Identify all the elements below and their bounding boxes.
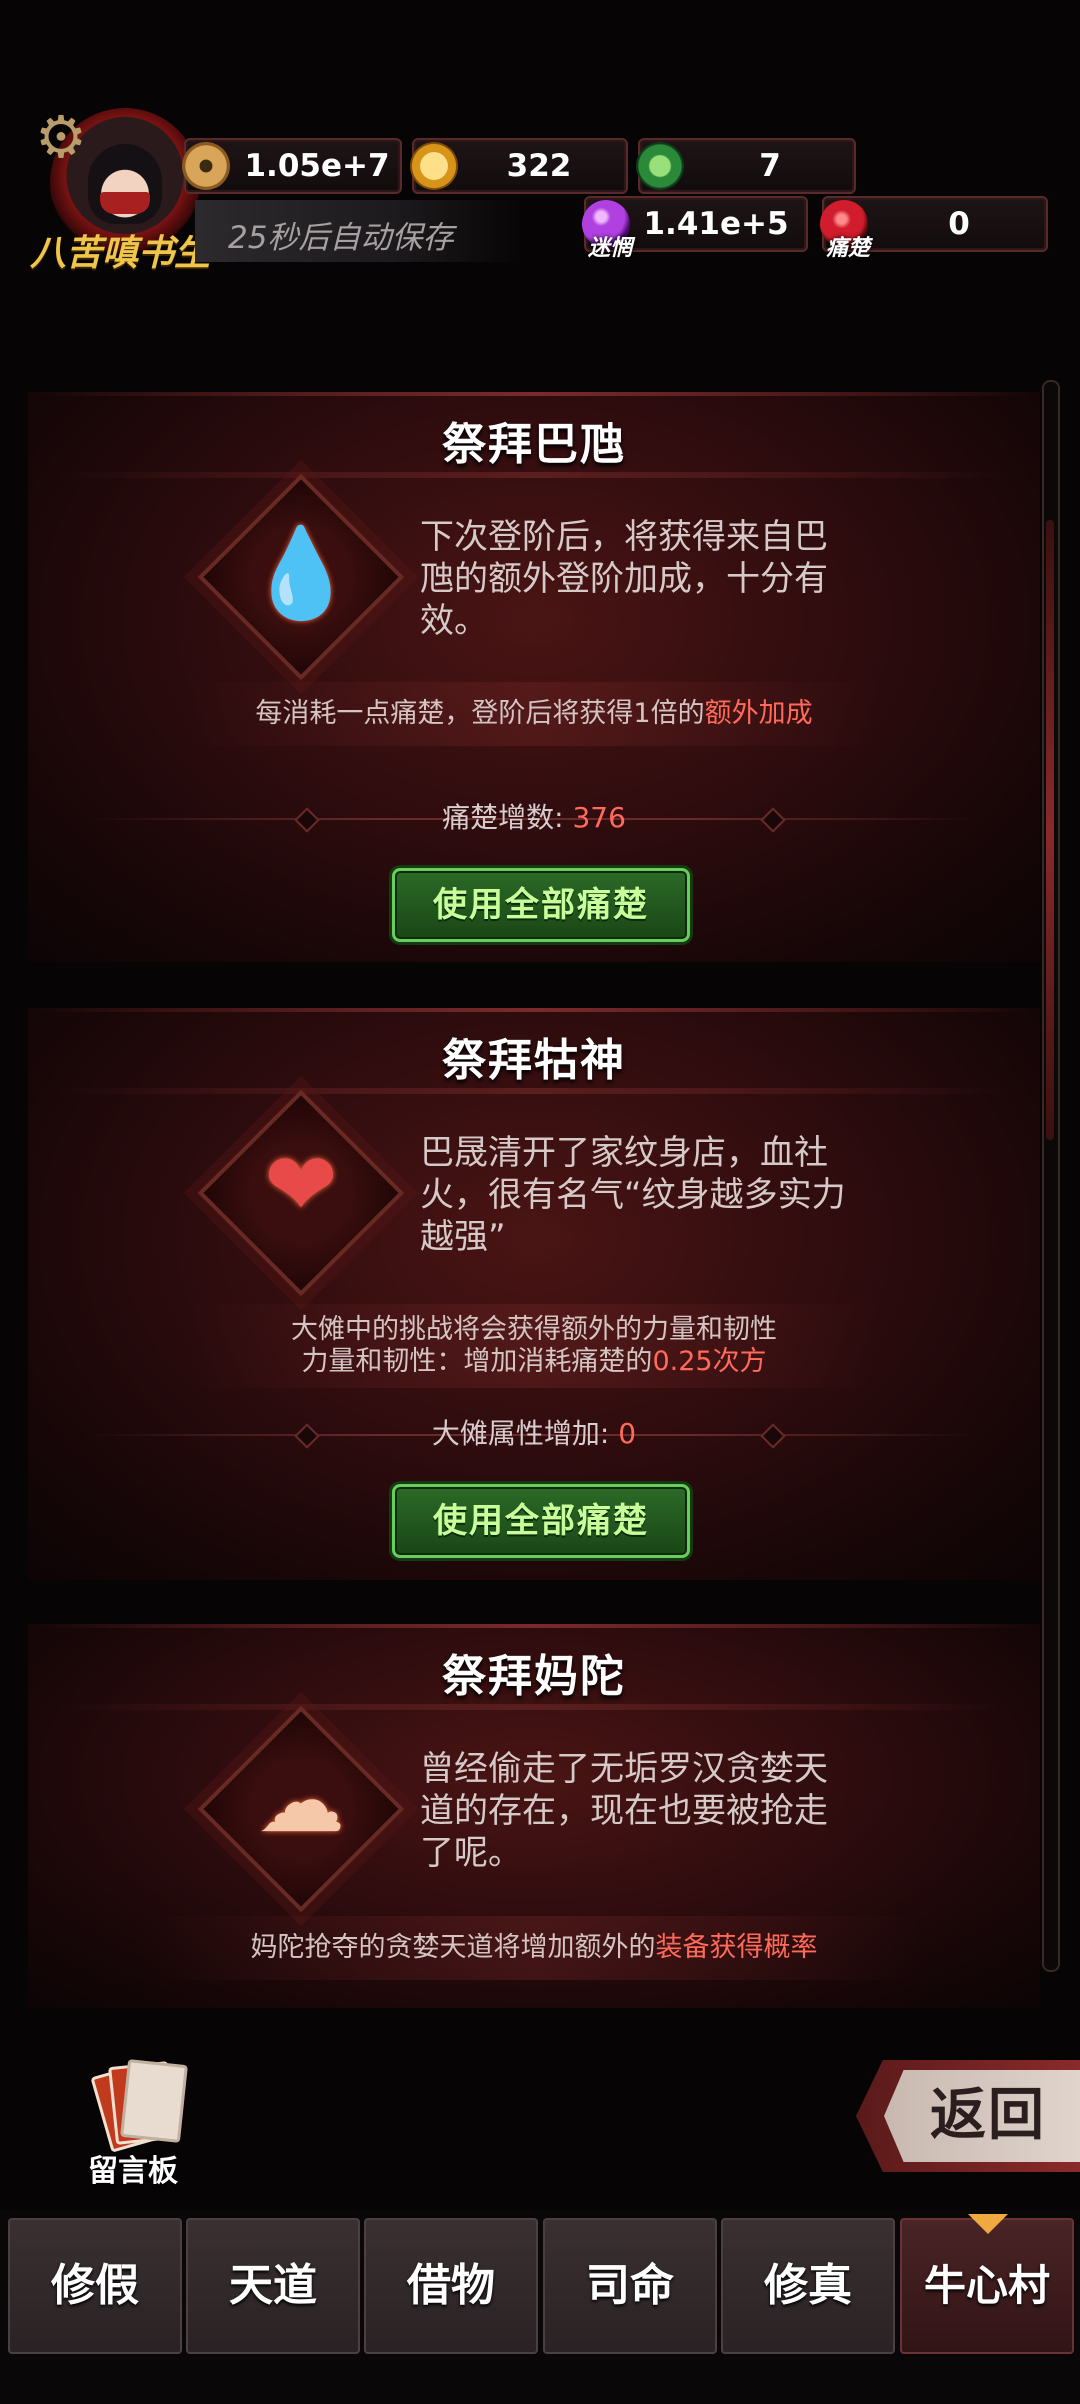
effect-info: 大傩中的挑战将会获得额外的力量和韧性 力量和韧性：增加消耗痛楚的0.25次方 bbox=[188, 1304, 880, 1388]
worship-card-bahui: 祭拜巴虺 💧 下次登阶后，将获得来自巴虺的额外登阶加成，十分有效。 每消耗一点痛… bbox=[28, 392, 1040, 962]
use-all-pain-button[interactable]: 使用全部痛楚 bbox=[392, 1484, 690, 1558]
card-title: 祭拜巴虺 bbox=[442, 419, 626, 470]
pain-increase-stat: 痛楚增数: 376 bbox=[442, 801, 626, 834]
blood-drop-icon: 💧 bbox=[246, 521, 356, 624]
confusion-counter: 迷惘 1.41e+5 bbox=[582, 196, 808, 261]
tab-xiujia[interactable]: 修假 bbox=[8, 2218, 182, 2354]
gold-medal-icon bbox=[410, 142, 458, 190]
heart-icon: ❤ bbox=[264, 1133, 338, 1236]
title-ornament bbox=[58, 1704, 1010, 1710]
scrollbar-thumb[interactable] bbox=[1046, 520, 1054, 1140]
coins-value: 1.05e+7 bbox=[244, 148, 390, 184]
gold-counter: 322 bbox=[410, 138, 628, 194]
confusion-label: 迷惘 bbox=[588, 236, 633, 261]
nuo-attribute-stat: 大傩属性增加: 0 bbox=[431, 1417, 637, 1450]
autosave-status: 25秒后自动保存 bbox=[228, 220, 454, 256]
avatar-mask bbox=[100, 192, 150, 214]
tab-jiewu[interactable]: 借物 bbox=[364, 2218, 538, 2354]
pain-counter: 痛楚 0 bbox=[820, 196, 1048, 261]
tab-xiuzhen[interactable]: 修真 bbox=[721, 2218, 895, 2354]
use-all-pain-button[interactable]: 使用全部痛楚 bbox=[392, 868, 690, 942]
back-button-label[interactable]: 返回 bbox=[930, 2072, 1046, 2160]
tab-siming[interactable]: 司命 bbox=[543, 2218, 717, 2354]
card-title: 祭拜牯神 bbox=[442, 1035, 626, 1086]
card-description: 下次登阶后，将获得来自巴虺的额外登阶加成，十分有效。 bbox=[420, 517, 828, 641]
effect-highlight: 额外加成 bbox=[704, 698, 813, 729]
message-board-icon bbox=[90, 2059, 188, 2153]
top-status-header: ⚙ 八苦嗔书生 25秒后自动保存 1.05e+7 322 7 迷惘 1.41e+… bbox=[0, 0, 1080, 300]
stat-value: 376 bbox=[572, 801, 626, 834]
active-tab-indicator bbox=[968, 2214, 1008, 2234]
jade-counter: 7 bbox=[636, 138, 856, 194]
worship-card-gushen: 祭拜牯神 ❤ 巴晟清开了家纹身店，血社火，很有名气“纹身越多实力越强” 大傩中的… bbox=[28, 1008, 1040, 1580]
tab-niuxincun[interactable]: 牛心村 bbox=[900, 2218, 1074, 2354]
confusion-value: 1.41e+5 bbox=[643, 206, 789, 242]
jade-value: 7 bbox=[759, 148, 781, 184]
effect-highlight: 0.25次方 bbox=[652, 1346, 767, 1377]
gold-value: 322 bbox=[506, 148, 572, 184]
stat-value: 0 bbox=[618, 1417, 637, 1450]
copper-coin-icon bbox=[182, 142, 230, 190]
gold-ingot-icon: ☁ bbox=[257, 1749, 345, 1852]
coins-counter: 1.05e+7 bbox=[182, 138, 402, 194]
pain-label: 痛楚 bbox=[826, 236, 871, 261]
effect-highlight: 装备获得概率 bbox=[655, 1932, 818, 1963]
player-name: 八苦嗔书生 bbox=[30, 233, 211, 274]
worship-card-matuo: 祭拜妈陀 ☁ 曾经偷走了无垢罗汉贪婪天道的存在，现在也要被抢走了呢。 妈陀抢夺的… bbox=[28, 1624, 1040, 2008]
effect-info: 妈陀抢夺的贪婪天道将增加额外的装备获得概率 bbox=[148, 1916, 920, 1980]
title-ornament bbox=[58, 472, 1010, 478]
card-description: 巴晟清开了家纹身店，血社火，很有名气“纹身越多实力越强” bbox=[420, 1133, 846, 1257]
message-board-button[interactable]: 留言板 bbox=[78, 2059, 218, 2190]
card-title: 祭拜妈陀 bbox=[442, 1651, 626, 1702]
title-ornament bbox=[58, 1088, 1010, 1094]
effect-info: 每消耗一点痛楚，登阶后将获得1倍的额外加成 bbox=[188, 682, 880, 746]
bottom-tab-bar: 修假 天道 借物 司命 修真 牛心村 bbox=[0, 2210, 1080, 2404]
tab-tiandao[interactable]: 天道 bbox=[186, 2218, 360, 2354]
jade-icon bbox=[636, 142, 684, 190]
card-description: 曾经偷走了无垢罗汉贪婪天道的存在，现在也要被抢走了呢。 bbox=[420, 1749, 828, 1873]
message-board-label: 留言板 bbox=[88, 2154, 178, 2189]
settings-gear-icon[interactable]: ⚙ bbox=[30, 106, 92, 168]
pain-value: 0 bbox=[948, 206, 970, 242]
